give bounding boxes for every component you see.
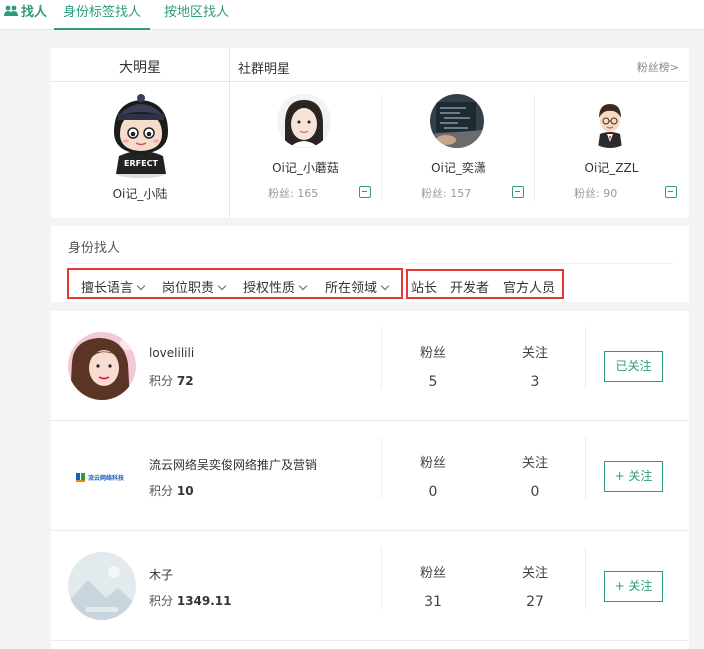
divider <box>381 547 382 609</box>
dropdown-label: 所在领域 <box>325 281 378 296</box>
list-item: lovelilili 积分 72 粉丝 关注 5 3 已关注 <box>51 311 689 421</box>
user-name[interactable]: lovelilili <box>149 346 194 360</box>
big-star-title: 大明星 <box>119 60 161 76</box>
user-avatar[interactable] <box>68 332 136 400</box>
role-webmaster[interactable]: 站长 <box>411 277 437 296</box>
fans-count: 5 <box>428 374 438 390</box>
group-star-name[interactable]: Oi记_ZZL <box>535 159 688 176</box>
user-avatar[interactable] <box>68 552 136 620</box>
collapse-icon[interactable] <box>665 186 677 198</box>
group-star-card: Oi记_奕潇 粉丝: 157 <box>382 82 535 218</box>
follows-count: 0 <box>530 484 540 500</box>
group-star-fans: 粉丝: 165 <box>268 187 319 200</box>
users-icon <box>4 5 18 16</box>
followed-button[interactable]: 已关注 <box>604 351 663 382</box>
role-filter-group: 站长 开发者 官方人员 <box>406 269 564 299</box>
stars-panel: 大明星 社群明星 粉丝榜> ERFECT Oi记_小陆 Oi记_小蘑菇 粉丝: <box>51 48 689 218</box>
filter-dropdown-group: 擅长语言 岗位职责 授权性质 所在领域 <box>67 268 403 299</box>
chevron-down-icon <box>217 281 227 291</box>
filter-title: 身份找人 <box>68 241 121 256</box>
dropdown-label: 岗位职责 <box>162 281 215 296</box>
user-name[interactable]: 流云网络吴奕俊网络推广及营销 <box>149 456 317 473</box>
divider <box>585 547 586 609</box>
group-star-avatar[interactable] <box>277 94 331 148</box>
collapse-icon[interactable] <box>359 186 371 198</box>
chevron-down-icon <box>380 281 390 291</box>
role-developer[interactable]: 开发者 <box>450 277 489 296</box>
score-label: 积分 <box>149 484 174 498</box>
group-star-card: Oi记_小蘑菇 粉丝: 165 <box>229 82 382 218</box>
svg-text:流云网络科技: 流云网络科技 <box>88 474 125 482</box>
big-star-name[interactable]: Oi记_小陆 <box>51 185 229 202</box>
user-score: 积分 10 <box>149 482 194 499</box>
user-name[interactable]: 木子 <box>149 566 173 583</box>
group-star-fans: 粉丝: 90 <box>574 187 618 200</box>
dropdown-position[interactable]: 岗位职责 <box>162 277 227 296</box>
fans-rank-link[interactable]: 粉丝榜> <box>637 59 679 75</box>
group-star-card: Oi记_ZZL 粉丝: 90 <box>535 82 688 218</box>
group-star-name[interactable]: Oi记_奕潇 <box>382 159 535 176</box>
fans-label: 粉丝 <box>419 566 446 581</box>
role-official[interactable]: 官方人员 <box>503 277 555 296</box>
divider <box>381 327 382 389</box>
group-star-avatar[interactable] <box>430 94 484 148</box>
fans-label: 粉丝 <box>419 456 446 471</box>
follows-label: 关注 <box>521 346 548 361</box>
list-item: 流云网络科技 流云网络吴奕俊网络推广及营销 积分 10 粉丝 关注 0 0 + … <box>51 421 689 531</box>
follow-button[interactable]: + 关注 <box>604 571 663 602</box>
group-star-title: 社群明星 <box>238 62 291 77</box>
top-nav: 找人 身份标签找人 按地区找人 <box>0 0 704 30</box>
divider <box>381 437 382 499</box>
collapse-icon[interactable] <box>512 186 524 198</box>
follows-count: 27 <box>526 594 544 610</box>
dropdown-field[interactable]: 所在领域 <box>325 277 390 296</box>
score-label: 积分 <box>149 374 174 388</box>
group-star-avatar[interactable] <box>583 94 637 148</box>
identity-filter-panel: 身份找人 擅长语言 岗位职责 授权性质 所在领域 站长 开发者 官方人员 <box>51 226 689 302</box>
dropdown-license[interactable]: 授权性质 <box>243 277 308 296</box>
big-star-avatar[interactable]: ERFECT <box>106 94 176 178</box>
tab-find-people[interactable]: 找人 <box>4 0 47 30</box>
score-value: 1349.11 <box>176 594 232 608</box>
follows-label: 关注 <box>521 456 548 471</box>
score-label: 积分 <box>149 594 174 608</box>
chevron-down-icon <box>298 281 308 291</box>
user-score: 积分 72 <box>149 372 194 389</box>
follows-label: 关注 <box>521 566 548 581</box>
divider <box>68 263 673 264</box>
group-star-name[interactable]: Oi记_小蘑菇 <box>229 159 382 176</box>
svg-text:ERFECT: ERFECT <box>124 159 158 168</box>
group-star-fans: 粉丝: 157 <box>421 187 472 200</box>
follow-button[interactable]: + 关注 <box>604 461 663 492</box>
follows-count: 3 <box>530 374 540 390</box>
dropdown-label: 擅长语言 <box>81 281 134 296</box>
score-value: 10 <box>176 484 194 498</box>
user-list: lovelilili 积分 72 粉丝 关注 5 3 已关注 流云网络科技 流云… <box>51 311 689 649</box>
fans-count: 0 <box>428 484 438 500</box>
user-score: 积分 1349.11 <box>149 592 232 609</box>
score-value: 72 <box>176 374 194 388</box>
divider <box>585 437 586 499</box>
dropdown-label: 授权性质 <box>243 281 296 296</box>
tab-by-region[interactable]: 按地区找人 <box>164 0 229 30</box>
user-avatar[interactable]: 流云网络科技 <box>68 442 136 510</box>
dropdown-language[interactable]: 擅长语言 <box>81 277 146 296</box>
fans-count: 31 <box>424 594 442 610</box>
divider <box>585 327 586 389</box>
fans-label: 粉丝 <box>419 346 446 361</box>
tab-identity-tag[interactable]: 身份标签找人 <box>54 0 150 30</box>
list-item: 木子 积分 1349.11 粉丝 关注 31 27 + 关注 <box>51 531 689 641</box>
chevron-down-icon <box>136 281 146 291</box>
